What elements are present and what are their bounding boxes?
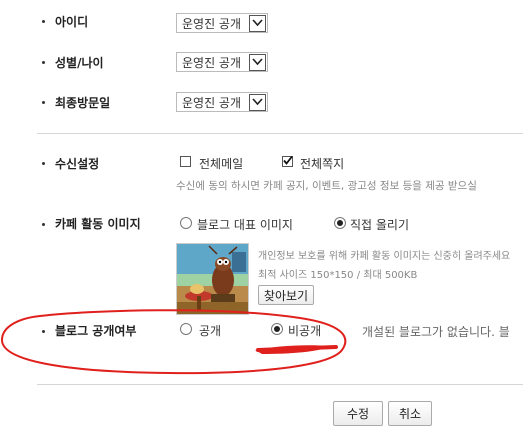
- notify-description: 수신에 동의 하시면 카페 공지, 이벤트, 광고성 정보 등을 제공 받으실: [176, 180, 477, 192]
- row-label-image: 카페 활동 이미지: [55, 217, 141, 231]
- chevron-down-icon: [249, 14, 266, 32]
- id-visibility-select[interactable]: 운영진 공개: [176, 13, 268, 33]
- note-checkbox-label[interactable]: 전체쪽지: [300, 155, 344, 172]
- browse-button-label: 찾아보기: [263, 288, 309, 303]
- bullet: [42, 101, 45, 104]
- blog-public-radio[interactable]: [180, 323, 192, 335]
- chevron-down-icon: [249, 93, 266, 111]
- note-checkbox[interactable]: [282, 155, 293, 167]
- cancel-button-label: 취소: [398, 407, 422, 421]
- checkmark-icon: [283, 155, 293, 165]
- select-value: 운영진 공개: [182, 16, 242, 31]
- bullet: [42, 223, 45, 226]
- mail-checkbox[interactable]: [180, 156, 191, 167]
- blog-private-label[interactable]: 비공개: [288, 322, 321, 339]
- blog-private-radio[interactable]: [271, 323, 283, 335]
- select-value: 운영진 공개: [182, 55, 242, 70]
- bullet: [42, 20, 45, 23]
- bullet: [42, 330, 45, 333]
- blog-status-text: 개설된 블로그가 없습니다. 블: [362, 325, 510, 339]
- edit-button-label: 수정: [346, 407, 370, 421]
- row-label-last-visit: 최종방문일: [55, 96, 111, 110]
- edit-button[interactable]: 수정: [333, 401, 383, 426]
- image-option-upload-radio[interactable]: [334, 217, 346, 229]
- chevron-down-icon: [249, 53, 266, 71]
- cancel-button[interactable]: 취소: [388, 401, 432, 426]
- cartoon-character-thumbnail: [176, 243, 249, 315]
- row-label-gender-age: 성별/나이: [55, 56, 104, 70]
- image-option-upload-label[interactable]: 직접 올리기: [350, 216, 409, 233]
- blog-public-label[interactable]: 공개: [199, 322, 221, 339]
- select-value: 운영진 공개: [182, 95, 242, 110]
- section-divider: [37, 133, 523, 134]
- bullet: [42, 61, 45, 64]
- gender-age-visibility-select[interactable]: 운영진 공개: [176, 52, 268, 72]
- bullet: [42, 162, 45, 165]
- last-visit-visibility-select[interactable]: 운영진 공개: [176, 92, 268, 112]
- image-size-note: 최적 사이즈 150*150 / 최대 500KB: [258, 270, 418, 281]
- mail-checkbox-label[interactable]: 전체메일: [199, 155, 243, 172]
- row-label-notify: 수신설정: [55, 157, 100, 171]
- row-label-id: 아이디: [55, 15, 89, 29]
- image-option-blog-label[interactable]: 블로그 대표 이미지: [197, 216, 293, 233]
- image-privacy-note: 개인정보 보호를 위해 카페 활동 이미지는 신중히 올려주세요: [258, 251, 511, 262]
- section-divider: [37, 384, 523, 385]
- image-option-blog-radio[interactable]: [180, 217, 192, 229]
- row-label-blog: 블로그 공개여부: [55, 324, 137, 338]
- browse-button[interactable]: 찾아보기: [258, 285, 314, 305]
